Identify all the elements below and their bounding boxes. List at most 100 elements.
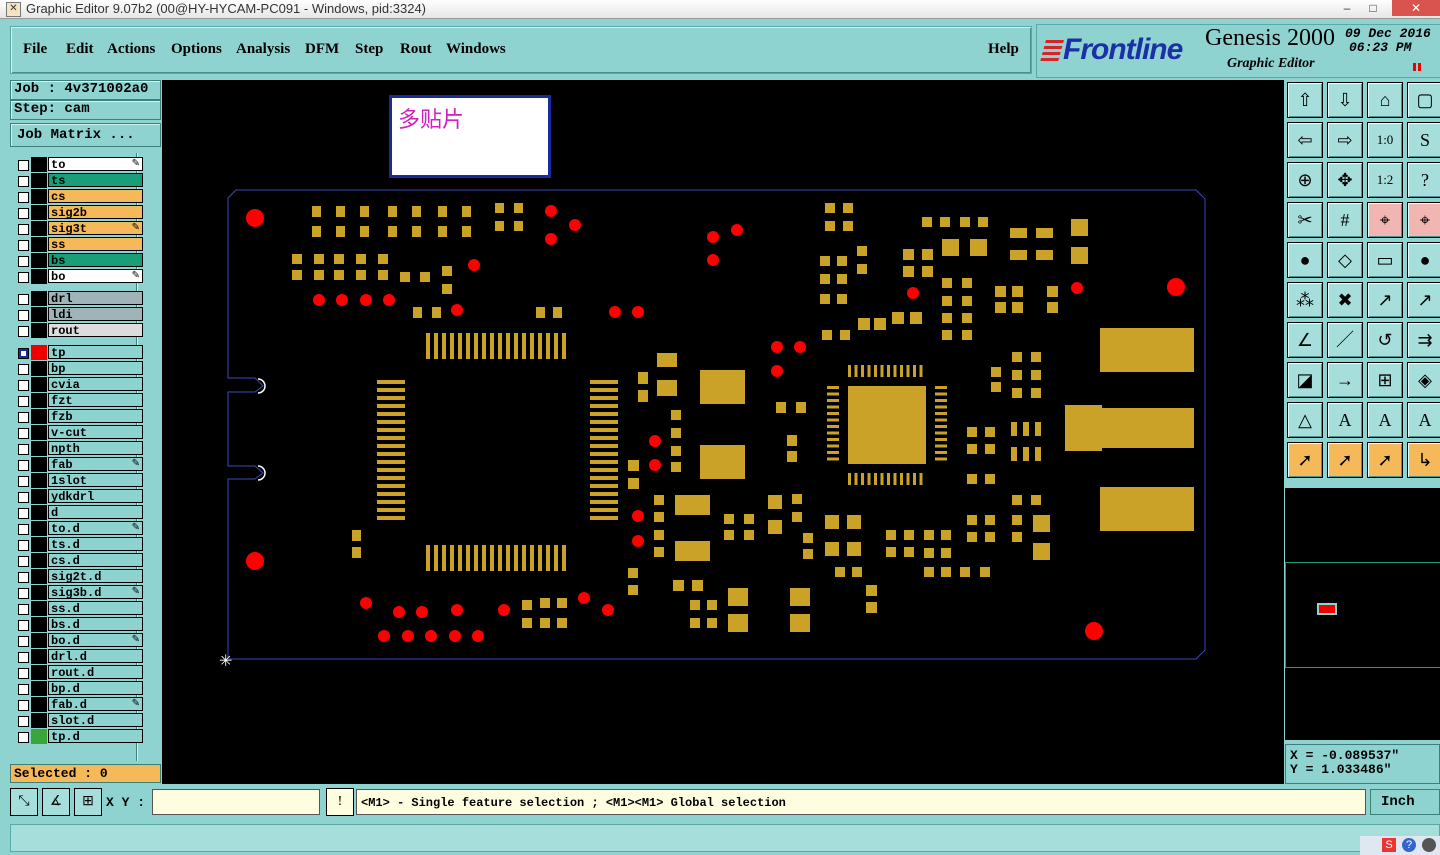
pad[interactable]: [495, 221, 504, 231]
layer-row[interactable]: bp: [15, 361, 143, 376]
via-hole[interactable]: [609, 306, 621, 318]
menu-file[interactable]: File: [23, 41, 47, 58]
pad[interactable]: [628, 568, 638, 578]
pad[interactable]: [707, 600, 717, 610]
pad[interactable]: [400, 272, 410, 282]
menu-options[interactable]: Options: [171, 41, 222, 58]
via-hole[interactable]: [707, 231, 719, 243]
triangle-icon[interactable]: △: [1287, 402, 1323, 438]
layer-checkbox[interactable]: [18, 668, 29, 679]
menu-dfm[interactable]: DFM: [305, 41, 339, 58]
layer-row[interactable]: slot.d: [15, 713, 143, 728]
pad[interactable]: [985, 515, 995, 525]
pad[interactable]: [495, 203, 504, 213]
fine-pitch-pad[interactable]: [590, 396, 618, 400]
layer-row[interactable]: tp.d: [15, 729, 143, 744]
fine-pitch-pad[interactable]: [590, 516, 618, 520]
pad[interactable]: [314, 254, 324, 264]
pad[interactable]: [1031, 388, 1041, 398]
polygon-icon[interactable]: A: [1327, 402, 1363, 438]
pad[interactable]: [967, 532, 977, 542]
pad[interactable]: [675, 495, 710, 515]
fine-pitch-pad[interactable]: [490, 545, 494, 571]
pad[interactable]: [995, 302, 1006, 313]
via-hole[interactable]: [449, 630, 461, 642]
layer-checkbox[interactable]: [18, 240, 29, 251]
layer-checkbox[interactable]: [18, 716, 29, 727]
pad[interactable]: [522, 618, 532, 628]
home-icon[interactable]: ⌂: [1367, 82, 1403, 118]
layer-row[interactable]: ts: [15, 173, 143, 188]
pad[interactable]: [438, 226, 447, 237]
pad[interactable]: [654, 530, 664, 540]
pad[interactable]: [671, 462, 681, 472]
qfn-lead[interactable]: [874, 365, 877, 377]
pad[interactable]: [728, 614, 748, 632]
via-hole[interactable]: [545, 233, 557, 245]
layer-checkbox[interactable]: [18, 604, 29, 615]
pad[interactable]: [654, 495, 664, 505]
pad[interactable]: [334, 254, 344, 264]
fine-pitch-pad[interactable]: [377, 500, 405, 504]
select-icon[interactable]: ➚: [1287, 442, 1323, 478]
via-hole[interactable]: [632, 510, 644, 522]
circle-icon[interactable]: ●: [1407, 242, 1440, 278]
pad[interactable]: [847, 515, 861, 529]
center-icon[interactable]: ✥: [1327, 162, 1363, 198]
pad[interactable]: [1012, 495, 1022, 505]
layer-checkbox[interactable]: [18, 160, 29, 171]
pad[interactable]: [942, 278, 952, 288]
qfn-lead[interactable]: [861, 365, 864, 377]
pad[interactable]: [413, 307, 422, 318]
qfn-lead[interactable]: [854, 473, 858, 485]
pad[interactable]: [314, 270, 324, 280]
usb-pad[interactable]: [1100, 328, 1194, 372]
pad[interactable]: [1012, 388, 1022, 398]
layer-row[interactable]: sig2t.d: [15, 569, 143, 584]
qfn-lead[interactable]: [935, 451, 947, 454]
layer-row[interactable]: ss.d: [15, 601, 143, 616]
fine-pitch-pad[interactable]: [590, 428, 618, 432]
pad[interactable]: [837, 256, 847, 266]
line-icon[interactable]: ∠: [1287, 322, 1323, 358]
pad[interactable]: [924, 567, 934, 577]
pad[interactable]: [825, 515, 839, 529]
via-hole[interactable]: [313, 294, 325, 306]
help-tray-icon[interactable]: ?: [1402, 838, 1416, 852]
unit-selector[interactable]: Inch: [1370, 789, 1440, 815]
pad[interactable]: [360, 206, 369, 217]
pad[interactable]: [790, 588, 810, 606]
redraw-icon[interactable]: S: [1407, 122, 1440, 158]
pad[interactable]: [776, 402, 786, 413]
grid-toggle-icon[interactable]: ⊞: [74, 788, 102, 816]
layer-checkbox[interactable]: [18, 524, 29, 535]
pad[interactable]: [941, 530, 951, 540]
fiducial[interactable]: [1085, 622, 1103, 640]
pad[interactable]: [904, 530, 914, 540]
qfn-lead[interactable]: [935, 431, 947, 435]
layer-checkbox[interactable]: [18, 492, 29, 503]
layer-checkbox[interactable]: [18, 294, 29, 305]
fine-pitch-pad[interactable]: [590, 476, 618, 480]
fine-pitch-pad[interactable]: [590, 492, 618, 496]
layer-row[interactable]: bs: [15, 253, 143, 268]
via-hole[interactable]: [472, 630, 484, 642]
pad[interactable]: [1033, 515, 1050, 532]
via-hole[interactable]: [578, 592, 590, 604]
qfn-lead[interactable]: [900, 365, 903, 377]
pad[interactable]: [1036, 228, 1053, 238]
layer-row[interactable]: ydkdrl: [15, 489, 143, 504]
fine-pitch-pad[interactable]: [590, 444, 618, 448]
fine-pitch-pad[interactable]: [434, 333, 438, 359]
layer-checkbox[interactable]: [18, 364, 29, 375]
layer-checkbox[interactable]: [18, 412, 29, 423]
pad[interactable]: [857, 264, 867, 274]
layer-checkbox[interactable]: [18, 540, 29, 551]
menu-analysis[interactable]: Analysis: [236, 41, 290, 58]
pad[interactable]: [657, 380, 677, 396]
qfn-lead[interactable]: [880, 473, 884, 485]
pad[interactable]: [654, 547, 664, 557]
fine-pitch-pad[interactable]: [490, 333, 494, 359]
pad[interactable]: [803, 549, 813, 559]
pad[interactable]: [820, 294, 830, 304]
